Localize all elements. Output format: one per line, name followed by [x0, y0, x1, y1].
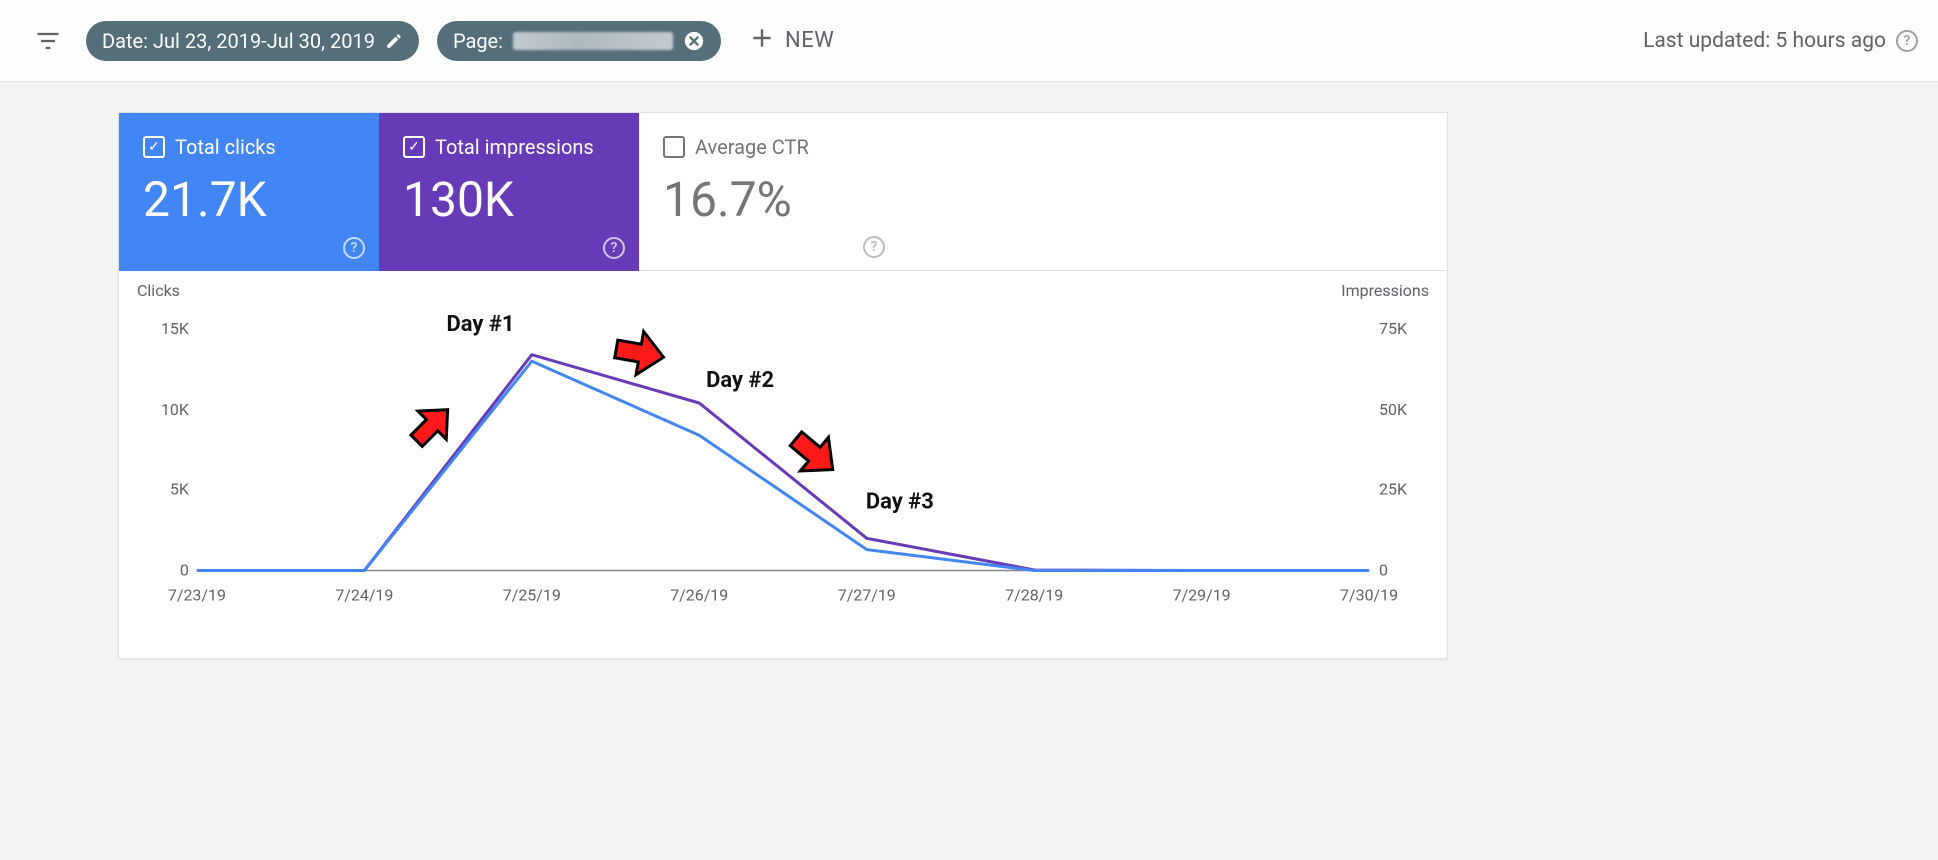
metric-tile-ctr[interactable]: Average CTR 16.7% ? — [639, 113, 899, 271]
y-left-tick: 15K — [161, 319, 190, 338]
chart-svg: 15K 10K 5K 0 75K 50K 25K 0 7/23/19 7/24/… — [137, 289, 1429, 628]
metric-clicks-value: 21.7K — [143, 171, 355, 228]
metric-ctr-label: Average CTR — [695, 135, 809, 159]
y-left-title: Clicks — [137, 281, 180, 300]
series-impressions-line — [197, 355, 1369, 571]
x-tick: 7/29/19 — [1173, 586, 1231, 605]
x-tick: 7/24/19 — [335, 586, 393, 605]
x-tick: 7/23/19 — [168, 586, 226, 605]
annotation-arrow-icon — [402, 396, 461, 455]
y-right-tick: 50K — [1379, 400, 1408, 419]
plus-icon — [749, 25, 775, 57]
y-right-tick: 25K — [1379, 480, 1408, 499]
metric-ctr-value: 16.7% — [663, 171, 875, 228]
filter-bar: Date: Jul 23, 2019-Jul 30, 2019 Page: NE… — [0, 0, 1938, 82]
checkbox-unchecked-icon — [663, 136, 685, 158]
y-right-title: Impressions — [1341, 281, 1429, 300]
annotation-day1-label: Day #1 — [447, 312, 515, 337]
metric-tile-impressions[interactable]: ✓ Total impressions 130K ? — [379, 113, 639, 271]
performance-card: ✓ Total clicks 21.7K ? ✓ Total impressio… — [118, 112, 1448, 659]
add-filter-label: NEW — [785, 28, 834, 53]
y-left-tick: 10K — [161, 400, 190, 419]
checkbox-checked-icon: ✓ — [143, 136, 165, 158]
filter-icon[interactable] — [28, 21, 68, 61]
date-filter-label: Date: Jul 23, 2019-Jul 30, 2019 — [102, 29, 375, 53]
metric-impressions-value: 130K — [403, 171, 615, 228]
annotation-day2-label: Day #2 — [706, 368, 774, 393]
last-updated-text: Last updated: 5 hours ago — [1643, 29, 1886, 53]
y-right-tick: 0 — [1379, 561, 1388, 580]
y-left-tick: 0 — [180, 561, 189, 580]
help-icon[interactable]: ? — [863, 236, 885, 258]
metric-clicks-label: Total clicks — [175, 135, 276, 159]
series-clicks-line — [197, 361, 1369, 570]
x-tick: 7/25/19 — [503, 586, 561, 605]
x-tick: 7/30/19 — [1340, 586, 1398, 605]
annotation-arrow-icon — [612, 327, 667, 379]
checkbox-checked-icon: ✓ — [403, 136, 425, 158]
help-icon[interactable]: ? — [343, 237, 365, 259]
help-icon[interactable]: ? — [603, 237, 625, 259]
x-tick: 7/26/19 — [670, 586, 728, 605]
metric-tile-clicks[interactable]: ✓ Total clicks 21.7K ? — [119, 113, 379, 271]
date-filter-chip[interactable]: Date: Jul 23, 2019-Jul 30, 2019 — [86, 21, 419, 61]
close-icon[interactable] — [683, 30, 705, 52]
page-filter-chip[interactable]: Page: — [437, 21, 721, 61]
y-left-tick: 5K — [170, 480, 190, 499]
annotation-day3-label: Day #3 — [866, 490, 934, 515]
metric-row: ✓ Total clicks 21.7K ? ✓ Total impressio… — [119, 113, 1447, 271]
chart-area: Clicks Impressions 15K 10K 5K 0 75K 50K … — [119, 271, 1447, 658]
pencil-icon[interactable] — [385, 32, 403, 50]
page-filter-prefix: Page: — [453, 29, 503, 53]
help-icon[interactable]: ? — [1896, 30, 1918, 52]
add-filter-button[interactable]: NEW — [739, 19, 844, 63]
y-right-tick: 75K — [1379, 319, 1408, 338]
page-filter-value-redacted — [513, 32, 673, 50]
last-updated: Last updated: 5 hours ago ? — [1643, 29, 1918, 53]
x-tick: 7/27/19 — [838, 586, 896, 605]
x-tick: 7/28/19 — [1005, 586, 1063, 605]
metric-impressions-label: Total impressions — [435, 135, 594, 159]
